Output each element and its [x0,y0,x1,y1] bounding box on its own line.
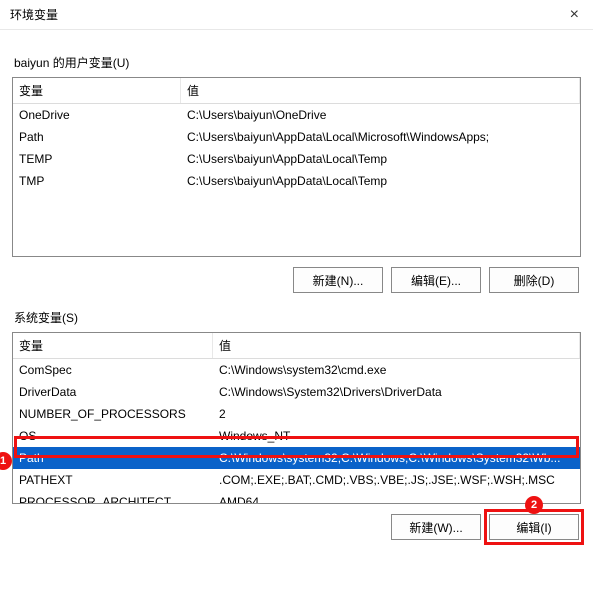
user-new-button[interactable]: 新建(N)... [293,267,383,293]
system-vars-label: 系统变量(S) [14,309,579,326]
titlebar: 环境变量 × [0,0,593,30]
system-vars-buttons: 新建(W)... 编辑(I) 2 [14,514,579,540]
user-vars-header: 变量 值 [13,78,580,104]
cell-value: 2 [213,403,580,425]
table-row[interactable]: ComSpecC:\Windows\system32\cmd.exe [13,359,580,381]
cell-variable: PROCESSOR_ARCHITECT... [13,491,213,504]
cell-value: Windows_NT [213,425,580,447]
close-icon[interactable]: × [566,6,583,24]
system-vars-header: 变量 值 [13,333,580,359]
user-edit-button[interactable]: 编辑(E)... [391,267,481,293]
cell-value: .COM;.EXE;.BAT;.CMD;.VBS;.VBE;.JS;.JSE;.… [213,469,580,491]
cell-value: C:\Windows\system32\cmd.exe [213,359,580,381]
cell-variable: Path [13,447,213,469]
cell-value: C:\Users\baiyun\AppData\Local\Temp [181,148,580,170]
cell-variable: TEMP [13,148,181,170]
cell-value: C:\Windows\system32;C:\Windows;C:\Window… [213,447,580,469]
user-vars-label: baiyun 的用户变量(U) [14,54,579,71]
table-row[interactable]: PathC:\Windows\system32;C:\Windows;C:\Wi… [13,447,580,469]
cell-variable: PATHEXT [13,469,213,491]
cell-variable: TMP [13,170,181,192]
table-row[interactable]: PATHEXT.COM;.EXE;.BAT;.CMD;.VBS;.VBE;.JS… [13,469,580,491]
table-row[interactable]: OSWindows_NT [13,425,580,447]
table-row[interactable]: TMPC:\Users\baiyun\AppData\Local\Temp [13,170,580,192]
cell-variable: Path [13,126,181,148]
cell-variable: OS [13,425,213,447]
cell-value: C:\Windows\System32\Drivers\DriverData [213,381,580,403]
cell-value: AMD64 [213,491,580,504]
cell-variable: OneDrive [13,104,181,126]
user-vars-list[interactable]: 变量 值 OneDriveC:\Users\baiyun\OneDrivePat… [12,77,581,257]
cell-variable: NUMBER_OF_PROCESSORS [13,403,213,425]
window-title: 环境变量 [10,6,566,23]
table-row[interactable]: PROCESSOR_ARCHITECT...AMD64 [13,491,580,504]
user-vars-buttons: 新建(N)... 编辑(E)... 删除(D) [14,267,579,293]
cell-value: C:\Users\baiyun\AppData\Local\Temp [181,170,580,192]
table-row[interactable]: TEMPC:\Users\baiyun\AppData\Local\Temp [13,148,580,170]
cell-value: C:\Users\baiyun\AppData\Local\Microsoft\… [181,126,580,148]
user-delete-button[interactable]: 删除(D) [489,267,579,293]
table-row[interactable]: DriverDataC:\Windows\System32\Drivers\Dr… [13,381,580,403]
system-new-button[interactable]: 新建(W)... [391,514,481,540]
system-vars-list[interactable]: 变量 值 ComSpecC:\Windows\system32\cmd.exeD… [12,332,581,504]
cell-variable: DriverData [13,381,213,403]
table-row[interactable]: NUMBER_OF_PROCESSORS2 [13,403,580,425]
cell-variable: ComSpec [13,359,213,381]
table-row[interactable]: PathC:\Users\baiyun\AppData\Local\Micros… [13,126,580,148]
table-row[interactable]: OneDriveC:\Users\baiyun\OneDrive [13,104,580,126]
system-edit-button[interactable]: 编辑(I) [489,514,579,540]
col-header-value[interactable]: 值 [213,333,580,358]
cell-value: C:\Users\baiyun\OneDrive [181,104,580,126]
col-header-value[interactable]: 值 [181,78,580,103]
col-header-variable[interactable]: 变量 [13,78,181,103]
col-header-variable[interactable]: 变量 [13,333,213,358]
